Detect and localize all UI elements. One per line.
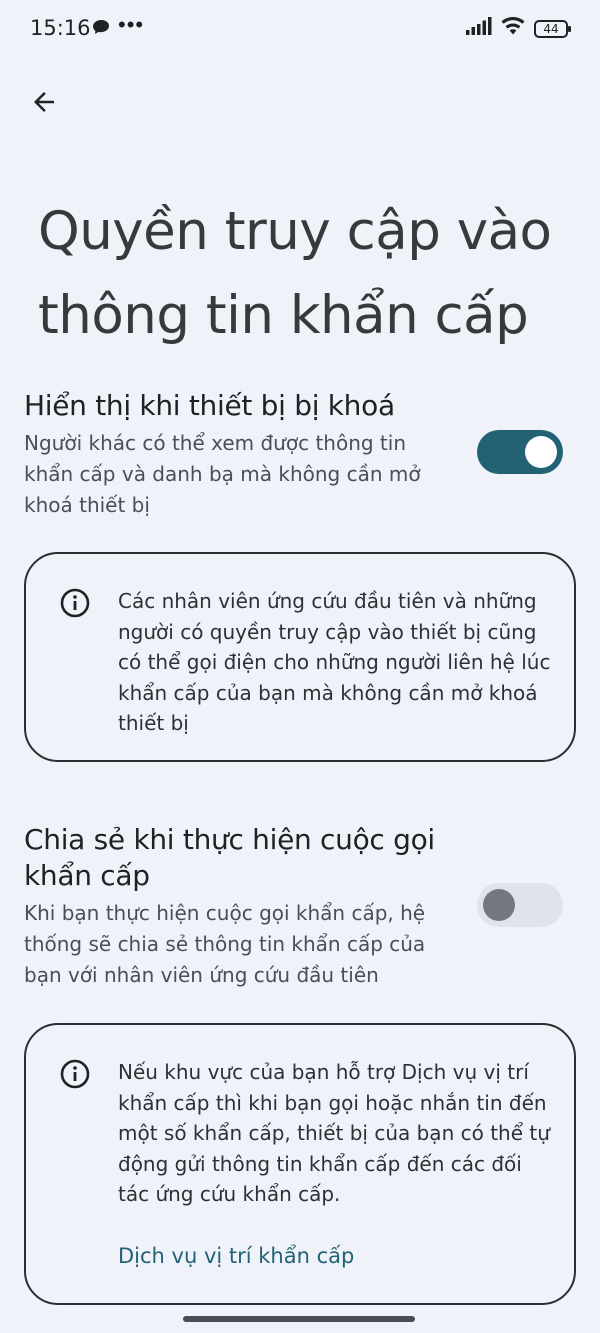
location-service-info-card: Nếu khu vực của bạn hỗ trợ Dịch vụ vị tr… xyxy=(24,1023,576,1305)
more-notifications-indicator: ••• xyxy=(118,12,145,37)
status-time: 15:16 xyxy=(30,16,91,40)
status-indicators: 44 xyxy=(466,16,571,41)
location-service-info-text: Nếu khu vực của bạn hỗ trợ Dịch vụ vị tr… xyxy=(118,1060,550,1206)
status-bar: 15:16 ••• 44 xyxy=(0,0,600,56)
share-emergency-toggle[interactable] xyxy=(477,883,563,927)
toggle-knob xyxy=(483,889,515,921)
toggle-knob xyxy=(525,436,557,468)
info-icon xyxy=(60,588,90,618)
share-emergency-title: Chia sẻ khi thực hiện cuộc gọi khẩn cấp xyxy=(24,823,435,892)
info-icon xyxy=(60,1059,90,1089)
emergency-location-service-link[interactable]: Dịch vụ vị trí khẩn cấp xyxy=(118,1244,354,1268)
lock-screen-description: Người khác có thể xem được thông tin khẩ… xyxy=(24,431,421,517)
share-emergency-description: Khi bạn thực hiện cuộc gọi khẩn cấp, hệ … xyxy=(24,901,426,987)
home-indicator[interactable] xyxy=(183,1316,415,1322)
wifi-icon xyxy=(500,16,526,41)
chat-bubble-icon xyxy=(92,19,110,40)
page-title: Quyền truy cập vào thông tin khẩn cấp xyxy=(38,201,552,346)
arrow-left-icon xyxy=(34,92,54,112)
lock-screen-toggle[interactable] xyxy=(477,430,563,474)
battery-icon: 44 xyxy=(534,19,571,38)
lock-screen-info-card: Các nhân viên ứng cứu đầu tiên và những … xyxy=(24,552,576,762)
lock-screen-info-text: Các nhân viên ứng cứu đầu tiên và những … xyxy=(118,589,551,735)
signal-icon xyxy=(466,17,492,40)
back-button[interactable] xyxy=(26,84,62,120)
lock-screen-title: Hiển thị khi thiết bị bị khoá xyxy=(24,389,395,422)
